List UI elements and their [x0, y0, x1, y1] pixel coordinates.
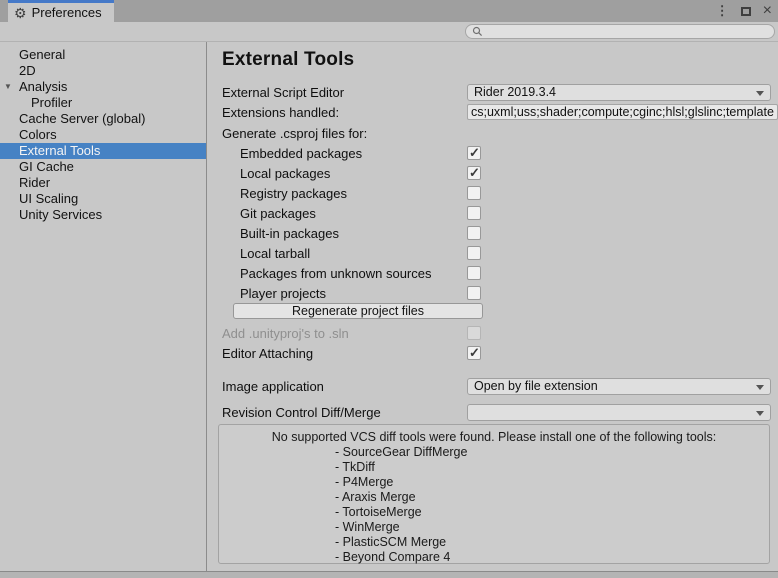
body: General 2D ▼ Analysis Profiler Cache Serv…	[0, 42, 778, 571]
window-controls: ⋮ ×	[716, 0, 772, 22]
local-tarball-checkbox[interactable]	[467, 246, 481, 260]
revision-control-dropdown[interactable]	[467, 404, 771, 421]
help-message: No supported VCS diff tools were found. …	[219, 430, 769, 445]
help-tool-item: - TortoiseMerge	[335, 505, 769, 520]
foldout-open-icon[interactable]: ▼	[4, 79, 12, 95]
help-tool-item: - WinMerge	[335, 520, 769, 535]
git-packages-checkbox[interactable]	[467, 206, 481, 220]
registry-packages-label: Registry packages	[222, 186, 467, 201]
checkbox-row: Built-in packages	[222, 223, 778, 243]
generate-csproj-row: Generate .csproj files for:	[222, 123, 778, 143]
sidebar: General 2D ▼ Analysis Profiler Cache Serv…	[0, 42, 207, 571]
checkbox-row: Local tarball	[222, 243, 778, 263]
embedded-packages-checkbox[interactable]: ✓	[467, 146, 481, 160]
unknown-sources-checkbox[interactable]	[467, 266, 481, 280]
chevron-down-icon	[756, 385, 764, 390]
window-bottom-strip	[0, 571, 778, 578]
extensions-handled-input[interactable]: cs;uxml;uss;shader;compute;cginc;hlsl;gl…	[467, 104, 778, 120]
checkbox-row: Registry packages	[222, 183, 778, 203]
player-projects-label: Player projects	[222, 286, 467, 301]
registry-packages-checkbox[interactable]	[467, 186, 481, 200]
page-title: External Tools	[222, 48, 778, 72]
checkbox-row: Packages from unknown sources	[222, 263, 778, 283]
dropdown-value: Rider 2019.3.4	[474, 85, 556, 99]
external-script-editor-label: External Script Editor	[222, 85, 467, 100]
local-tarball-label: Local tarball	[222, 246, 467, 261]
help-tool-item: - PlasticSCM Merge	[335, 535, 769, 550]
check-icon: ✓	[469, 145, 480, 161]
extensions-handled-label: Extensions handled:	[222, 105, 467, 120]
search-input[interactable]	[465, 24, 775, 39]
player-projects-checkbox[interactable]	[467, 286, 481, 300]
add-unityproj-label: Add .unityproj's to .sln	[222, 326, 467, 341]
sidebar-item-cache-server[interactable]: Cache Server (global)	[0, 111, 206, 127]
tab-preferences[interactable]: ⚙ Preferences	[8, 0, 114, 22]
checkbox-row: Local packages ✓	[222, 163, 778, 183]
checkbox-row: Git packages	[222, 203, 778, 223]
help-tool-list: - SourceGear DiffMerge - TkDiff - P4Merg…	[335, 445, 769, 565]
sidebar-item-external-tools[interactable]: External Tools	[0, 143, 206, 159]
generate-csproj-label: Generate .csproj files for:	[222, 126, 467, 141]
help-tool-item: - P4Merge	[335, 475, 769, 490]
toolbar	[0, 22, 778, 42]
help-tool-item: - Araxis Merge	[335, 490, 769, 505]
check-icon: ✓	[469, 165, 480, 181]
local-packages-checkbox[interactable]: ✓	[467, 166, 481, 180]
local-packages-label: Local packages	[222, 166, 467, 181]
main-panel: External Tools External Script Editor Ri…	[207, 42, 778, 571]
sidebar-item-colors[interactable]: Colors	[0, 127, 206, 143]
vcs-help-box: No supported VCS diff tools were found. …	[218, 424, 770, 564]
sidebar-item-rider[interactable]: Rider	[0, 175, 206, 191]
preferences-window: ⚙ Preferences ⋮ × General 2D ▼ Analysis P…	[0, 0, 778, 578]
tab-title: Preferences	[32, 5, 102, 20]
regenerate-project-files-button[interactable]: Regenerate project files	[233, 303, 483, 319]
title-bar: ⚙ Preferences ⋮ ×	[0, 0, 778, 22]
editor-attaching-row: Editor Attaching ✓	[222, 343, 778, 363]
unknown-sources-label: Packages from unknown sources	[222, 266, 467, 281]
image-application-dropdown[interactable]: Open by file extension	[467, 378, 771, 395]
sidebar-item-analysis[interactable]: ▼ Analysis	[0, 79, 206, 95]
extensions-handled-row: Extensions handled: cs;uxml;uss;shader;c…	[222, 102, 778, 122]
dropdown-value: Open by file extension	[474, 379, 598, 393]
image-application-label: Image application	[222, 379, 467, 394]
chevron-down-icon	[756, 411, 764, 416]
sidebar-item-unity-services[interactable]: Unity Services	[0, 207, 206, 223]
menu-kebab-icon[interactable]: ⋮	[716, 3, 729, 19]
editor-attaching-label: Editor Attaching	[222, 346, 467, 361]
external-script-editor-row: External Script Editor Rider 2019.3.4	[222, 82, 778, 102]
image-application-row: Image application Open by file extension	[222, 376, 778, 396]
help-tool-item: - SourceGear DiffMerge	[335, 445, 769, 460]
gear-icon: ⚙	[14, 6, 27, 20]
maximize-icon[interactable]	[741, 7, 751, 16]
regenerate-row: Regenerate project files	[222, 303, 778, 323]
chevron-down-icon	[756, 91, 764, 96]
builtin-packages-label: Built-in packages	[222, 226, 467, 241]
sidebar-item-2d[interactable]: 2D	[0, 63, 206, 79]
sidebar-item-gi-cache[interactable]: GI Cache	[0, 159, 206, 175]
checkbox-row: Embedded packages ✓	[222, 143, 778, 163]
sidebar-item-general[interactable]: General	[0, 47, 206, 63]
add-unityproj-checkbox	[467, 326, 481, 340]
search-icon	[472, 26, 483, 37]
check-icon: ✓	[469, 345, 480, 361]
sidebar-item-label: Analysis	[19, 79, 67, 94]
revision-control-label: Revision Control Diff/Merge	[222, 405, 467, 420]
external-script-editor-dropdown[interactable]: Rider 2019.3.4	[467, 84, 771, 101]
embedded-packages-label: Embedded packages	[222, 146, 467, 161]
help-tool-item: - Beyond Compare 4	[335, 550, 769, 565]
help-tool-item: - TkDiff	[335, 460, 769, 475]
checkbox-row: Player projects	[222, 283, 778, 303]
close-icon[interactable]: ×	[763, 3, 772, 19]
editor-attaching-checkbox[interactable]: ✓	[467, 346, 481, 360]
git-packages-label: Git packages	[222, 206, 467, 221]
sidebar-item-profiler[interactable]: Profiler	[0, 95, 206, 111]
revision-control-row: Revision Control Diff/Merge	[222, 402, 778, 422]
sidebar-item-ui-scaling[interactable]: UI Scaling	[0, 191, 206, 207]
add-unityproj-row: Add .unityproj's to .sln	[222, 323, 778, 343]
builtin-packages-checkbox[interactable]	[467, 226, 481, 240]
